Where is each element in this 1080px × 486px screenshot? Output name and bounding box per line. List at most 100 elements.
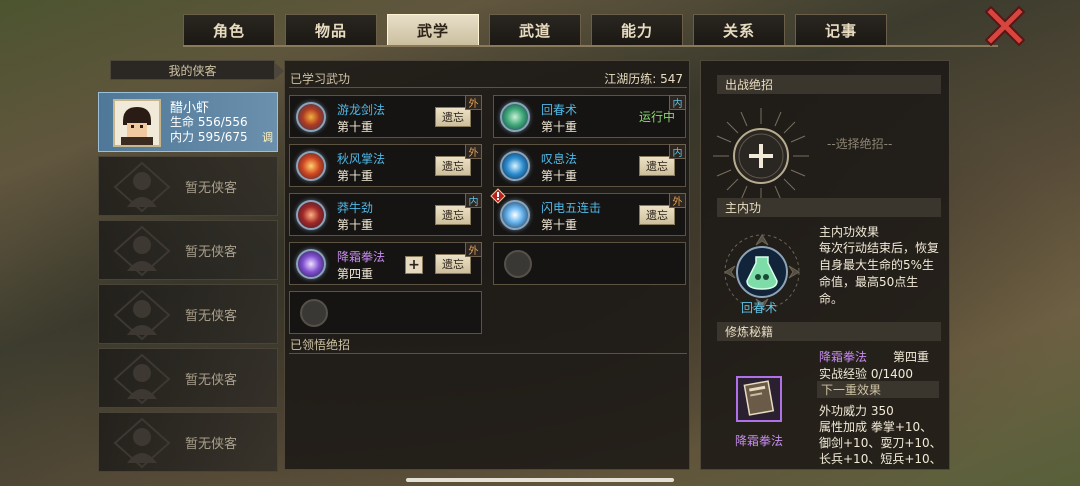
empty-hero-silhouette-icon [113,417,171,469]
hp-label: 生命 [170,115,195,129]
mp-label: 内力 [170,130,195,144]
empty-slot-label: 暂无侠客 [185,181,238,196]
hero-tag: 调 [262,131,273,144]
effect-title: 主内功效果 [819,225,880,239]
skill-level: 第十重 [337,169,374,183]
hero-mp: 内力 595/675 [170,128,248,145]
my-heroes-header: 我的侠客 [110,60,284,80]
next-level-line: 外功威力 350 [819,404,894,418]
empty-hero-silhouette-icon [113,161,171,213]
skill-type-badge: 外 [465,95,482,110]
empty-skill-slot[interactable] [493,242,686,285]
frost-fist-skill-icon [296,249,326,279]
skill-card[interactable]: 降霜拳法 第四重 + 遗忘 外 [289,242,482,285]
skill-name: 莽牛劲 [337,201,374,215]
upgrade-plus-button[interactable]: + [405,256,423,274]
tab-character[interactable]: 角色 [183,14,275,46]
empty-hero-silhouette-icon [113,289,171,341]
manual-experience: 实战经验 0/1400 [819,367,914,381]
forget-button[interactable]: 遗忘 [435,156,471,176]
skill-level: 第十重 [541,169,578,183]
mp-value: 595/675 [197,130,248,144]
manual-name: 降霜拳法 [735,434,784,448]
skill-card[interactable]: 叹息法 第十重 遗忘 内 [493,144,686,187]
forget-button[interactable]: 遗忘 [435,205,471,225]
tab-martial-way[interactable]: 武道 [489,14,581,46]
jianghu-value: 547 [660,72,683,86]
alert-icon [490,188,506,204]
tab-martial-arts[interactable]: 武学 [387,14,479,46]
select-ult-slot[interactable] [711,106,811,206]
sword-skill-icon [296,102,326,132]
skill-detail-panel: 出战绝招 --选择绝招-- 主内功 回春术 主内功效果 每次行动结束后，恢复自身… [700,60,950,470]
skill-type-badge: 外 [465,242,482,257]
skill-type-badge: 外 [669,193,686,208]
empty-slot-circle [300,299,328,327]
learned-title: 已学习武功 [290,72,351,86]
empty-slot-circle [504,250,532,278]
header-arrow-icon [275,63,284,79]
empty-slot-label: 暂无侠客 [185,437,238,452]
forget-button[interactable]: 遗忘 [435,254,471,274]
hero-card-selected[interactable]: 醋小虾 生命 556/556 内力 595/675 调 [98,92,278,152]
hero-slot-empty[interactable]: 暂无侠客 [98,284,278,344]
manual-level: 第四重 [893,350,930,364]
empty-hero-silhouette-icon [113,225,171,277]
divider [289,353,687,354]
divider [289,87,687,88]
ult-placeholder: --选择绝招-- [827,137,893,151]
ult-slot-frame-icon [713,108,809,204]
skill-name: 游龙剑法 [337,103,386,117]
hero-slot-empty[interactable]: 暂无侠客 [98,348,278,408]
skill-card[interactable]: 莽牛劲 第十重 遗忘 内 [289,193,482,236]
skill-level: 第十重 [337,218,374,232]
tab-journal[interactable]: 记事 [795,14,887,46]
main-inner-header: 主内功 [717,198,941,217]
forget-button[interactable]: 遗忘 [639,205,675,225]
empty-slot-label: 暂无侠客 [185,373,238,388]
empty-hero-silhouette-icon [113,353,171,405]
skill-level: 第十重 [337,120,374,134]
skill-type-badge: 内 [669,144,686,159]
flame-skill-icon [500,151,530,181]
hero-slot-empty[interactable]: 暂无侠客 [98,412,278,472]
skill-name: 降霜拳法 [337,250,386,264]
forget-button[interactable]: 遗忘 [639,156,675,176]
skill-card[interactable]: 游龙剑法 第十重 遗忘 外 [289,95,482,138]
empty-skill-slot[interactable] [289,291,482,334]
skill-card[interactable]: 秋风掌法 第十重 遗忘 外 [289,144,482,187]
next-level-line: 御剑+10、耍刀+10、 [819,436,942,450]
skill-level: 第十重 [541,218,578,232]
potion-skill-icon [500,102,530,132]
hero-slot-empty[interactable]: 暂无侠客 [98,220,278,280]
skill-card[interactable]: 回春术 第十重 运行中 内 [493,95,686,138]
skill-name: 闪电五连击 [541,201,602,215]
tab-items[interactable]: 物品 [285,14,377,46]
hero-avatar [113,99,161,147]
comprehended-title: 已领悟绝招 [290,338,351,352]
skill-card[interactable]: 闪电五连击 第十重 遗忘 外 [490,188,686,236]
skill-type-badge: 内 [465,193,482,208]
tab-relations[interactable]: 关系 [693,14,785,46]
skill-type-badge: 外 [465,144,482,159]
palm-skill-icon [296,151,326,181]
hero-slot-empty[interactable]: 暂无侠客 [98,156,278,216]
hp-value: 556/556 [197,115,248,129]
home-indicator[interactable] [406,478,674,482]
effect-description: 每次行动结束后，恢复自身最大生命的5%生命值，最高50点生命。 [819,241,940,306]
empty-slot-label: 暂无侠客 [185,309,238,324]
my-heroes-label: 我的侠客 [168,63,217,78]
jianghu-label: 江湖历练: [604,72,657,86]
forget-button[interactable]: 遗忘 [435,107,471,127]
skill-level: 第十重 [541,120,578,134]
tab-abilities[interactable]: 能力 [591,14,683,46]
learned-skills-panel: 已学习武功 江湖历练: 547 游龙剑法 第十重 遗忘 外 回春术 第十重 运行… [284,60,690,470]
manual-book-icon[interactable] [735,375,783,423]
ult-header: 出战绝招 [717,75,941,94]
skill-level: 第四重 [337,267,374,281]
lightning-skill-icon [500,200,530,230]
jianghu-experience: 江湖历练: 547 [604,70,683,87]
close-icon[interactable] [984,5,1026,47]
manual-header: 修炼秘籍 [717,322,941,341]
empty-slot-label: 暂无侠客 [185,245,238,260]
